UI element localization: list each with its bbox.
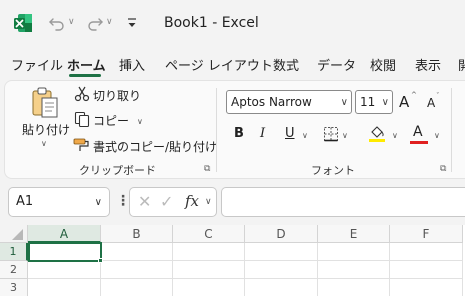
copy-button[interactable]: コピー xyxy=(93,112,129,129)
paste-dropdown-icon[interactable]: ∨ xyxy=(41,139,47,148)
enter-icon[interactable]: ✓ xyxy=(160,192,173,211)
select-all-icon xyxy=(12,229,23,240)
cancel-icon[interactable]: ✕ xyxy=(138,192,151,211)
scissors-icon xyxy=(74,86,90,102)
font-group-label: フォント xyxy=(311,164,355,177)
cell[interactable] xyxy=(318,279,390,296)
cell[interactable] xyxy=(101,261,173,279)
formula-input[interactable] xyxy=(221,187,465,217)
window-title: Book1 - Excel xyxy=(164,15,259,31)
tab-file[interactable]: ファイル xyxy=(11,55,63,74)
excel-logo-icon xyxy=(14,14,32,32)
tab-home[interactable]: ホーム xyxy=(67,55,106,74)
active-tab-indicator xyxy=(69,74,101,77)
cut-button[interactable]: 切り取り xyxy=(93,87,141,104)
group-separator xyxy=(451,88,452,172)
insert-function-button[interactable]: fx xyxy=(185,192,199,210)
function-dropdown-icon[interactable]: ∨ xyxy=(205,197,212,207)
fill-color-icon[interactable] xyxy=(367,123,387,143)
cell[interactable] xyxy=(245,279,318,296)
paste-icon[interactable] xyxy=(30,87,60,119)
cell[interactable] xyxy=(390,261,463,279)
borders-dropdown-icon[interactable]: ∨ xyxy=(342,131,348,140)
font-size-select[interactable]: 11 ∨ xyxy=(355,90,393,114)
row-header-1[interactable]: 1 xyxy=(0,243,28,261)
font-color-dropdown-icon[interactable]: ∨ xyxy=(434,131,440,140)
cell[interactable] xyxy=(390,243,463,261)
cell[interactable] xyxy=(245,261,318,279)
cell[interactable] xyxy=(173,261,245,279)
font-family-value: Aptos Narrow xyxy=(231,95,312,109)
tab-insert[interactable]: 挿入 xyxy=(119,55,145,74)
tab-page-layout[interactable]: ページ レイアウト xyxy=(165,55,273,74)
bold-button[interactable]: B xyxy=(234,126,244,141)
name-box-value: A1 xyxy=(16,194,34,209)
fill-handle[interactable] xyxy=(98,258,103,263)
name-box[interactable]: A1 ∨ xyxy=(8,187,110,217)
customize-qat-button[interactable] xyxy=(126,12,138,34)
grow-font-button[interactable]: A xyxy=(399,93,409,111)
column-header-d[interactable]: D xyxy=(245,225,318,243)
font-color-button[interactable]: A xyxy=(413,124,423,140)
undo-button[interactable] xyxy=(48,12,66,34)
cell[interactable] xyxy=(173,279,245,296)
format-painter-button[interactable]: 書式のコピー/貼り付け xyxy=(93,138,217,155)
group-separator xyxy=(216,88,217,172)
underline-dropdown-icon[interactable]: ∨ xyxy=(302,131,308,140)
grow-font-icon: ^ xyxy=(411,91,417,99)
font-color-swatch xyxy=(410,141,428,144)
shrink-font-icon: ˇ xyxy=(436,92,440,100)
clipboard-launcher-icon[interactable]: ⧉ xyxy=(204,164,210,174)
column-header-b[interactable]: B xyxy=(101,225,173,243)
cell[interactable] xyxy=(173,243,245,261)
tab-developer[interactable]: 開 xyxy=(458,55,465,74)
clipboard-group-label: クリップボード xyxy=(79,164,156,177)
tab-review[interactable]: 校閲 xyxy=(370,55,396,74)
font-size-value: 11 xyxy=(360,95,376,109)
column-header-f[interactable]: F xyxy=(390,225,463,243)
column-header-e[interactable]: E xyxy=(318,225,390,243)
row-header-2[interactable]: 2 xyxy=(0,261,28,279)
cell[interactable] xyxy=(318,243,390,261)
column-header-a[interactable]: A xyxy=(28,225,101,243)
active-cell-a1[interactable] xyxy=(28,242,102,262)
tab-formulas[interactable]: 数式 xyxy=(273,55,299,74)
font-family-select[interactable]: Aptos Narrow ∨ xyxy=(226,90,352,114)
borders-icon[interactable] xyxy=(323,126,339,142)
customize-qat-icon xyxy=(128,18,136,27)
copy-dropdown-icon[interactable]: ∨ xyxy=(137,117,143,126)
more-options-icon[interactable]: ⋮ xyxy=(116,193,130,209)
cell[interactable] xyxy=(390,279,463,296)
chevron-down-icon: ∨ xyxy=(340,97,348,108)
column-header-c[interactable]: C xyxy=(173,225,245,243)
cell[interactable] xyxy=(318,261,390,279)
undo-dropdown-icon[interactable]: ∨ xyxy=(68,17,75,27)
undo-icon xyxy=(49,18,64,31)
cell[interactable] xyxy=(28,279,101,296)
row-header-3[interactable]: 3 xyxy=(0,279,28,296)
tab-data[interactable]: データ xyxy=(317,55,356,74)
chevron-down-icon: ∨ xyxy=(94,197,102,208)
copy-icon xyxy=(74,111,90,127)
cell[interactable] xyxy=(28,261,101,279)
underline-button[interactable]: U xyxy=(285,126,295,141)
cell[interactable] xyxy=(101,243,173,261)
chevron-down-icon: ∨ xyxy=(381,97,389,108)
paste-button[interactable]: 貼り付け xyxy=(22,121,70,138)
font-launcher-icon[interactable]: ⧉ xyxy=(440,164,446,174)
fill-color-dropdown-icon[interactable]: ∨ xyxy=(392,131,398,140)
redo-icon xyxy=(88,18,103,31)
tab-view[interactable]: 表示 xyxy=(415,55,441,74)
italic-button[interactable]: I xyxy=(260,126,265,141)
shrink-font-button[interactable]: A xyxy=(427,96,435,110)
cell[interactable] xyxy=(245,243,318,261)
redo-button[interactable] xyxy=(86,12,104,34)
formula-tools: ✕ ✓ fx ∨ xyxy=(129,187,217,217)
redo-dropdown-icon[interactable]: ∨ xyxy=(106,17,113,27)
format-painter-icon xyxy=(73,138,89,151)
cell[interactable] xyxy=(101,279,173,296)
